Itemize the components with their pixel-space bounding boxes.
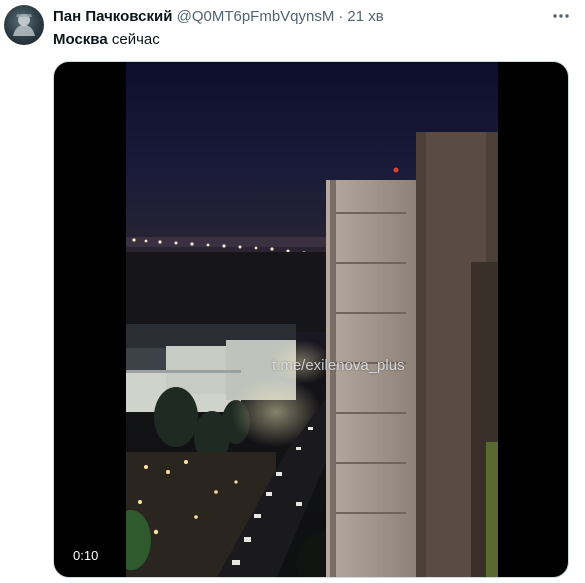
tweet-time[interactable]: 21 хв bbox=[347, 8, 383, 25]
author-handle[interactable]: @Q0MT6pFmbVqynsM bbox=[177, 8, 335, 25]
author-name[interactable]: Пан Пачковский bbox=[53, 8, 172, 25]
video-player[interactable]: t.me/exilenova_plus 0:10 bbox=[53, 61, 569, 578]
separator-dot: · bbox=[338, 8, 344, 25]
video-frame[interactable]: t.me/exilenova_plus bbox=[126, 62, 498, 577]
video-scene bbox=[126, 62, 498, 577]
tweet-header: Пан Пачковский @Q0MT6pFmbVqynsM · 21 хв bbox=[53, 8, 555, 28]
video-watermark: t.me/exilenova_plus bbox=[272, 357, 405, 374]
tweet-text-rest: сейчас bbox=[107, 31, 160, 48]
video-duration: 0:10 bbox=[73, 548, 99, 563]
avatar[interactable] bbox=[4, 5, 44, 45]
more-dots-icon bbox=[553, 14, 569, 18]
more-icon[interactable] bbox=[549, 6, 573, 28]
avatar-image bbox=[13, 14, 35, 36]
tweet-text-bold: Москва bbox=[53, 31, 108, 48]
tweet-text: Москва сейчас bbox=[53, 31, 160, 48]
